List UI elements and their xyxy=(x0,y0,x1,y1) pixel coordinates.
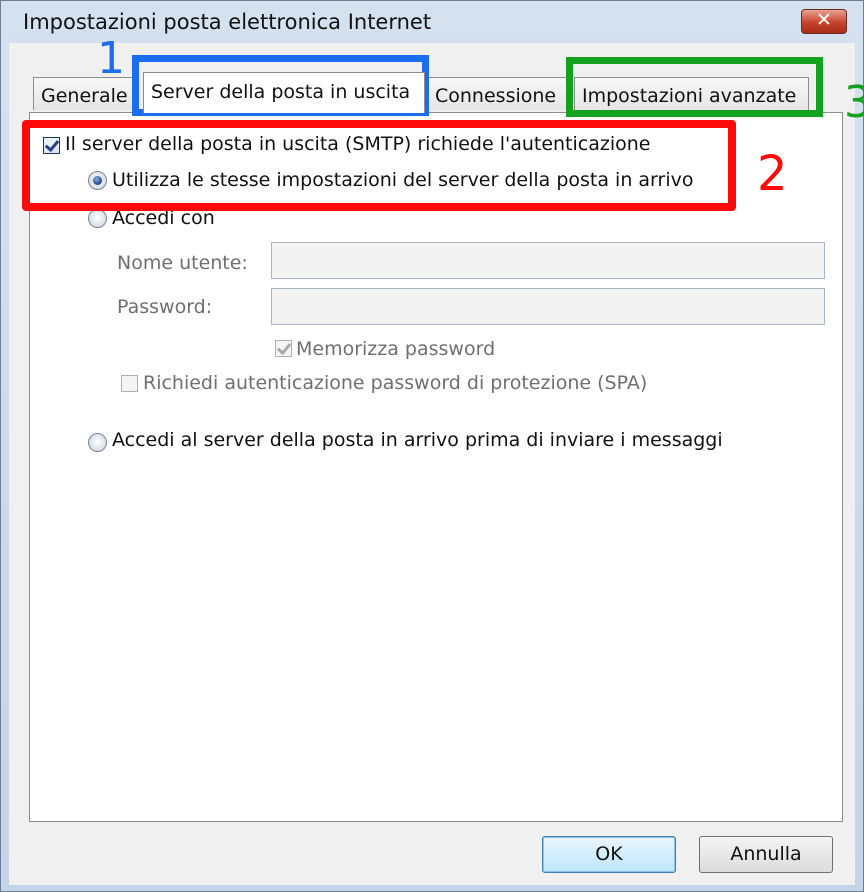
annotation-number-2: 2 xyxy=(757,146,788,202)
ok-button[interactable]: OK xyxy=(542,836,676,873)
close-icon: ✕ xyxy=(816,9,832,31)
spa-checkbox[interactable] xyxy=(121,375,138,392)
username-input[interactable] xyxy=(271,242,825,279)
remember-password-label[interactable]: Memorizza password xyxy=(296,338,495,360)
window-title: Impostazioni posta elettronica Internet xyxy=(23,10,432,34)
tab-connessione[interactable]: Connessione xyxy=(427,77,567,110)
title-bar[interactable]: Impostazioni posta elettronica Internet … xyxy=(1,1,863,43)
password-input[interactable] xyxy=(271,288,825,325)
annotation-number-1: 1 xyxy=(97,33,125,84)
cancel-button[interactable]: Annulla xyxy=(699,836,833,873)
spa-label[interactable]: Richiedi autenticazione password di prot… xyxy=(143,372,647,394)
dialog-window: Impostazioni posta elettronica Internet … xyxy=(0,0,864,892)
password-label: Password: xyxy=(117,296,213,318)
login-with-radio[interactable] xyxy=(88,209,107,228)
highlight-box-2 xyxy=(22,120,736,211)
login-incoming-first-radio[interactable] xyxy=(88,433,107,452)
annotation-number-3: 3 xyxy=(844,77,864,128)
login-incoming-first-label[interactable]: Accedi al server della posta in arrivo p… xyxy=(112,429,723,451)
username-label: Nome utente: xyxy=(117,252,248,274)
remember-password-checkbox[interactable] xyxy=(275,340,292,357)
close-button[interactable]: ✕ xyxy=(801,9,847,34)
highlight-box-3 xyxy=(566,57,823,117)
tab-server-posta-uscita[interactable]: Server della posta in uscita xyxy=(143,72,425,113)
